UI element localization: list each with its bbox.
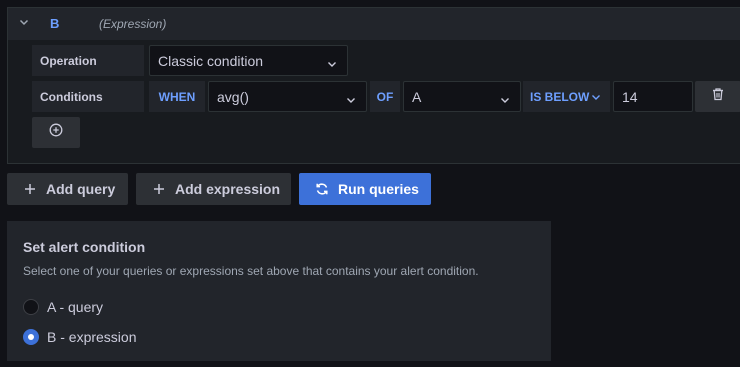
add-query-button[interactable]: Add query	[7, 173, 128, 205]
chevron-down-icon	[500, 92, 510, 103]
of-keyword: OF	[370, 81, 400, 112]
operation-select[interactable]: Classic condition	[149, 45, 348, 76]
add-query-label: Add query	[46, 181, 116, 197]
add-condition-button[interactable]	[32, 117, 80, 148]
reducer-select[interactable]: avg()	[208, 81, 367, 112]
evaluator-select[interactable]: IS BELOW	[523, 81, 610, 112]
when-keyword: WHEN	[149, 81, 205, 112]
radio-button-selected[interactable]	[23, 329, 39, 345]
run-queries-button[interactable]: Run queries	[299, 173, 431, 205]
threshold-input[interactable]: 14	[613, 81, 693, 112]
plus-icon	[153, 183, 165, 195]
add-expression-label: Add expression	[175, 181, 281, 197]
radio-button[interactable]	[23, 299, 39, 315]
expression-header[interactable]: B (Expression)	[8, 8, 740, 40]
delete-condition-button[interactable]	[695, 81, 740, 112]
radio-option-label: A - query	[47, 299, 104, 315]
alert-condition-panel: Set alert condition Select one of your q…	[7, 221, 551, 361]
reducer-select-value: avg()	[217, 88, 249, 105]
plus-icon	[24, 183, 36, 195]
expression-panel: B (Expression) Operation Classic conditi…	[7, 7, 740, 164]
radio-option-b-expression[interactable]: B - expression	[23, 329, 136, 345]
add-expression-button[interactable]: Add expression	[136, 173, 291, 205]
expression-ref-name: B	[50, 16, 60, 31]
query-select[interactable]: A	[403, 81, 521, 112]
run-queries-label: Run queries	[338, 181, 419, 197]
chevron-down-icon	[327, 56, 337, 67]
threshold-input-value: 14	[622, 88, 638, 105]
operation-label: Operation	[32, 45, 144, 76]
radio-option-label: B - expression	[47, 329, 137, 345]
conditions-label: Conditions	[32, 81, 144, 112]
alert-condition-description: Select one of your queries or expression…	[23, 264, 479, 278]
operation-select-value: Classic condition	[158, 52, 264, 69]
query-select-value: A	[412, 88, 422, 105]
radio-option-a-query[interactable]: A - query	[23, 299, 103, 315]
expression-type-label: (Expression)	[99, 17, 167, 31]
chevron-down-icon	[346, 92, 356, 103]
chevron-down-icon[interactable]	[19, 17, 29, 30]
chevron-down-icon	[591, 91, 601, 105]
evaluator-select-value: IS BELOW	[530, 89, 590, 104]
plus-circle-icon	[49, 123, 63, 142]
refresh-icon	[315, 182, 329, 196]
alert-condition-title: Set alert condition	[23, 239, 146, 255]
trash-icon	[711, 87, 725, 106]
